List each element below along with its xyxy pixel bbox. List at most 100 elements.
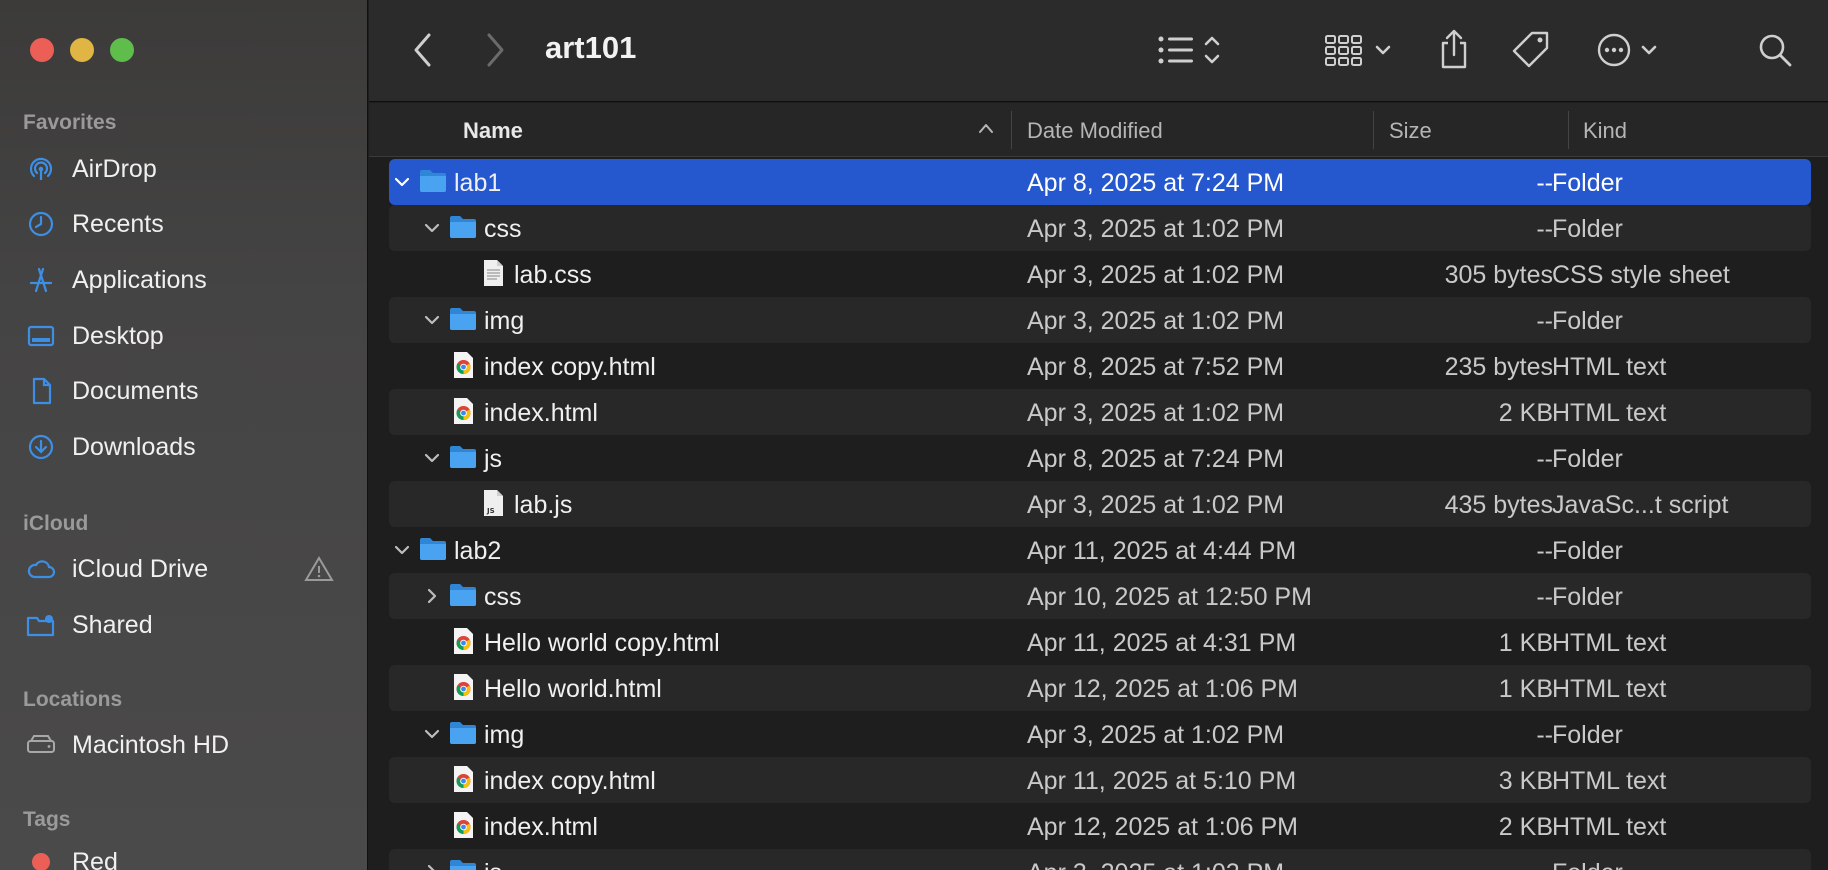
- share-button[interactable]: [1434, 26, 1474, 72]
- column-header-name[interactable]: Name: [463, 118, 523, 144]
- sidebar-item-icloud-drive[interactable]: iCloud Drive: [24, 549, 344, 589]
- table-row[interactable]: index.html Apr 12, 2025 at 1:06 PM 2 KB HTM…: [389, 803, 1811, 849]
- file-name: img: [484, 307, 525, 335]
- table-row[interactable]: lab2 Apr 11, 2025 at 4:44 PM -- Folder: [389, 527, 1811, 573]
- table-row[interactable]: img Apr 3, 2025 at 1:02 PM -- Folder: [389, 297, 1811, 343]
- folder-icon: [448, 856, 478, 870]
- date-modified: Apr 3, 2025 at 1:02 PM: [1027, 399, 1285, 427]
- sidebar-item-macintosh-hd[interactable]: Macintosh HD: [24, 725, 344, 765]
- table-row[interactable]: index copy.html Apr 11, 2025 at 5:10 PM 3 …: [389, 757, 1811, 803]
- css-file-icon: [478, 258, 508, 288]
- table-row[interactable]: Hello world.html Apr 12, 2025 at 1:06 PM 1…: [389, 665, 1811, 711]
- cloud-icon: [24, 552, 58, 586]
- table-row[interactable]: img Apr 3, 2025 at 1:02 PM -- Folder: [389, 711, 1811, 757]
- file-size: --: [1536, 445, 1553, 473]
- sidebar-item-shared[interactable]: Shared: [24, 605, 344, 645]
- column-separator[interactable]: [1373, 111, 1374, 149]
- file-name: lab2: [454, 537, 502, 565]
- sidebar-item-desktop[interactable]: Desktop: [24, 316, 344, 356]
- file-size: --: [1536, 169, 1553, 197]
- minimize-window-button[interactable]: [70, 38, 94, 62]
- file-kind: HTML text: [1552, 399, 1667, 427]
- warning-icon[interactable]: [304, 555, 334, 588]
- folder-icon: [418, 166, 448, 196]
- forward-button[interactable]: [475, 30, 515, 70]
- disclosure-chevron-down-icon[interactable]: [390, 170, 414, 194]
- chevron-right-icon: [487, 33, 504, 67]
- sidebar-item-label: Recents: [72, 209, 164, 238]
- file-kind: Folder: [1552, 583, 1623, 611]
- sidebar-section-icloud: iCloud: [23, 512, 89, 535]
- toolbar: art101: [369, 0, 1828, 102]
- window-controls: [30, 38, 134, 62]
- column-header-bar: Name Date Modified Size Kind: [369, 103, 1828, 157]
- table-row[interactable]: index copy.html Apr 8, 2025 at 7:52 PM 235…: [389, 343, 1811, 389]
- date-modified: Apr 3, 2025 at 1:02 PM: [1027, 721, 1285, 749]
- disclosure-chevron-right-icon[interactable]: [420, 584, 444, 608]
- column-header-size[interactable]: Size: [1389, 118, 1432, 144]
- table-row[interactable]: Hello world copy.html Apr 11, 2025 at 4:3…: [389, 619, 1811, 665]
- date-modified: Apr 3, 2025 at 1:02 PM: [1027, 859, 1284, 870]
- file-kind: CSS style sheet: [1552, 261, 1730, 289]
- table-row[interactable]: lab1 Apr 8, 2025 at 7:24 PM -- Folder: [389, 159, 1811, 205]
- table-row[interactable]: css Apr 3, 2025 at 1:02 PM -- Folder: [389, 205, 1811, 251]
- folder-icon: [448, 718, 478, 748]
- table-row[interactable]: js Apr 8, 2025 at 7:24 PM -- Folder: [389, 435, 1811, 481]
- file-kind: Folder: [1552, 537, 1623, 565]
- sort-ascending-icon[interactable]: [977, 121, 995, 140]
- sidebar-item-label: iCloud Drive: [72, 554, 209, 583]
- sidebar-item-downloads[interactable]: Downloads: [24, 427, 344, 467]
- sidebar-section-tags: Tags: [23, 808, 71, 831]
- table-row[interactable]: js Apr 3, 2025 at 1:02 PM --Folder: [389, 849, 1811, 870]
- table-row[interactable]: css Apr 10, 2025 at 12:50 PM -- Folder: [389, 573, 1811, 619]
- more-actions-button[interactable]: [1595, 28, 1665, 72]
- table-row[interactable]: lab.css Apr 3, 2025 at 1:02 PM 305 bytes CS…: [389, 251, 1811, 297]
- zoom-window-button[interactable]: [110, 38, 134, 62]
- search-button[interactable]: [1753, 28, 1797, 72]
- disclosure-chevron-down-icon[interactable]: [420, 308, 444, 332]
- table-row[interactable]: index.html Apr 3, 2025 at 1:02 PM 2 KB HTML…: [389, 389, 1811, 435]
- date-modified: Apr 10, 2025 at 12:50 PM: [1027, 583, 1312, 611]
- sidebar-item-tag-red[interactable]: Red: [24, 842, 344, 870]
- file-kind: Folder: [1552, 721, 1623, 749]
- file-size: --: [1536, 721, 1553, 749]
- column-header-kind[interactable]: Kind: [1583, 118, 1627, 144]
- file-kind: HTML text: [1552, 629, 1667, 657]
- tag-color-dot: [24, 845, 58, 870]
- tag-button[interactable]: [1509, 28, 1553, 72]
- disclosure-chevron-right-icon[interactable]: [420, 860, 444, 870]
- sidebar-item-label: Downloads: [72, 432, 196, 461]
- sidebar-item-recents[interactable]: Recents: [24, 204, 344, 244]
- file-kind: Folder: [1552, 307, 1623, 335]
- sidebar-item-label: Macintosh HD: [72, 730, 229, 759]
- sidebar-item-applications[interactable]: Applications: [24, 260, 344, 300]
- column-separator[interactable]: [1011, 111, 1012, 149]
- disclosure-chevron-down-icon[interactable]: [420, 216, 444, 240]
- file-kind: Folder: [1552, 215, 1623, 243]
- file-name: js: [484, 445, 503, 473]
- sidebar-item-documents[interactable]: Documents: [24, 371, 344, 411]
- search-icon: [1759, 34, 1792, 67]
- disclosure-chevron-down-icon[interactable]: [420, 446, 444, 470]
- sidebar-item-airdrop[interactable]: AirDrop: [24, 149, 344, 189]
- close-window-button[interactable]: [30, 38, 54, 62]
- file-name: index copy.html: [484, 353, 656, 381]
- file-name: index.html: [484, 813, 598, 841]
- column-separator[interactable]: [1568, 111, 1569, 149]
- group-by-button[interactable]: [1320, 28, 1400, 72]
- date-modified: Apr 8, 2025 at 7:24 PM: [1027, 445, 1285, 473]
- column-header-date-modified[interactable]: Date Modified: [1027, 118, 1163, 144]
- file-size: 305 bytes: [1444, 261, 1553, 289]
- date-modified: Apr 11, 2025 at 4:44 PM: [1027, 537, 1297, 565]
- disclosure-chevron-down-icon[interactable]: [420, 722, 444, 746]
- sidebar-section-locations: Locations: [23, 688, 123, 711]
- date-modified: Apr 11, 2025 at 4:31 PM: [1027, 629, 1297, 657]
- list-view-button[interactable]: [1155, 28, 1235, 72]
- folder-icon: [448, 442, 478, 472]
- sidebar-item-label: Shared: [72, 610, 153, 639]
- back-button[interactable]: [403, 30, 443, 70]
- table-row[interactable]: JS lab.js Apr 3, 2025 at 1:02 PM 435 bytes J…: [389, 481, 1811, 527]
- file-kind: HTML text: [1552, 353, 1667, 381]
- disclosure-chevron-down-icon[interactable]: [390, 538, 414, 562]
- list-view-icon: [1158, 36, 1220, 64]
